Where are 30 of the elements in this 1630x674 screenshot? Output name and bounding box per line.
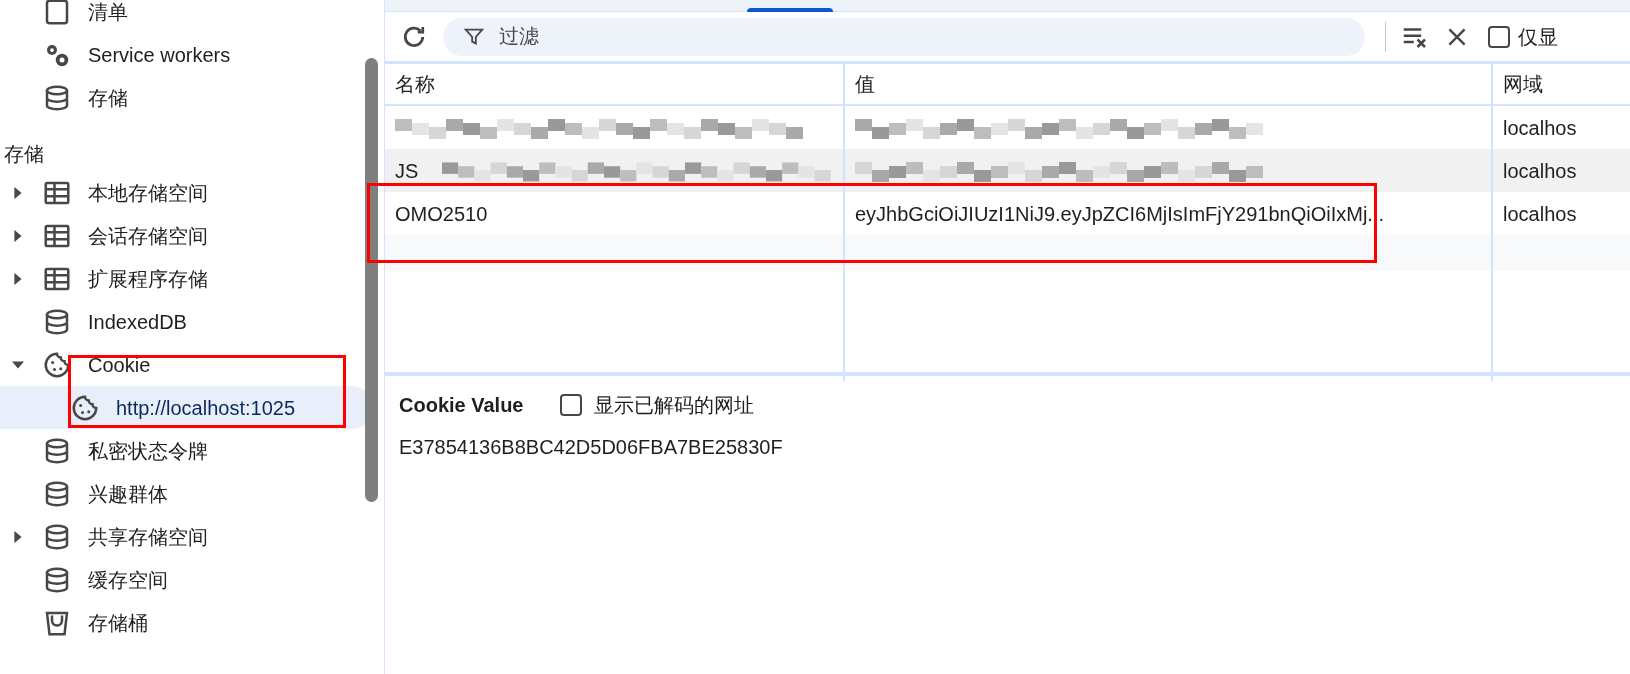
tree-item[interactable]: IndexedDB — [0, 300, 384, 343]
tree-item[interactable]: 共享存储空间 — [0, 515, 384, 558]
tree-item[interactable]: 私密状态令牌 — [0, 429, 384, 472]
section-heading: 存储 — [4, 142, 44, 167]
scrollbar-thumb[interactable] — [365, 58, 378, 502]
collapsed-arrow-icon[interactable] — [12, 272, 24, 285]
tree-item[interactable]: 存储 — [0, 76, 384, 119]
table-cell-text: localhos — [1503, 201, 1577, 227]
only-checkbox[interactable]: 仅显 — [1488, 21, 1558, 52]
table-cell-text: localhos — [1503, 115, 1577, 141]
expanded-arrow-icon[interactable] — [12, 358, 24, 371]
table-cell-text: localhos — [1503, 158, 1577, 184]
tree-item[interactable]: Cookie — [0, 343, 384, 386]
decode-checkbox[interactable]: 显示已解码的网址 — [559, 390, 754, 420]
collapsed-arrow-icon[interactable] — [12, 186, 24, 199]
filter-field[interactable]: 过滤 — [443, 17, 1365, 56]
table-cell-text: OMO2510 — [395, 201, 488, 227]
tree-item[interactable]: 会话存储空间 — [0, 214, 384, 257]
collapsed-arrow-icon[interactable] — [12, 530, 24, 543]
tree-item[interactable]: 本地存储空间 — [0, 171, 384, 214]
collapsed-arrow-icon[interactable] — [12, 229, 24, 242]
tree-item[interactable]: 兴趣群体 — [0, 472, 384, 515]
tree-item[interactable]: 扩展程序存储 — [0, 257, 384, 300]
cookie-value: E37854136B8BC42D5D06FBA7BE25830F — [399, 435, 784, 460]
tree-item[interactable]: 清单 — [0, 0, 384, 33]
tree-item[interactable]: Service workers — [0, 33, 384, 76]
table-cell-text: JS — [395, 158, 419, 184]
detail-title: Cookie Value — [399, 393, 524, 418]
tree-item[interactable]: 缓存空间 — [0, 558, 384, 601]
tree-item[interactable]: 存储桶 — [0, 601, 384, 644]
